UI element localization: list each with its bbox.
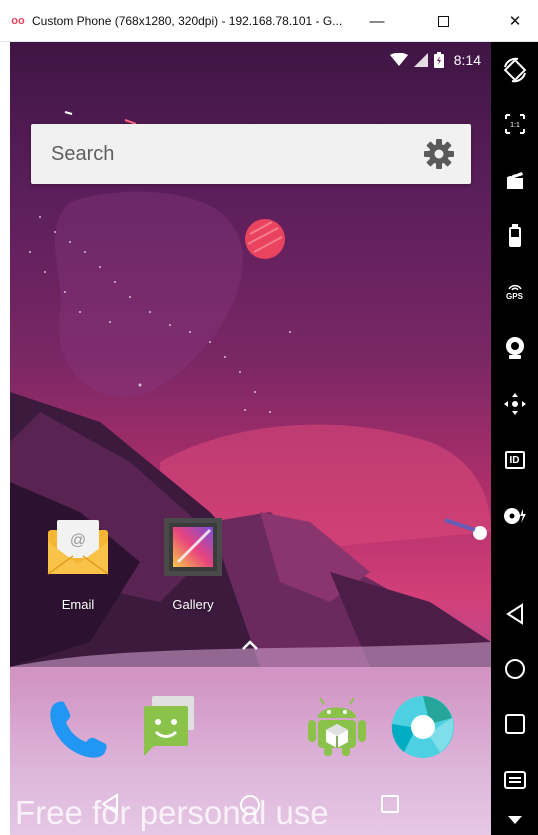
capture-button[interactable] [491,160,538,200]
toolbar-back-button[interactable] [491,594,538,634]
svg-text:@: @ [70,532,86,549]
nav-recents-icon[interactable] [380,794,400,814]
gps-icon: GPS [506,283,523,301]
clapperboard-icon [506,171,523,189]
toolbar-recents-button[interactable] [491,704,538,744]
search-bar[interactable]: Search [31,124,471,184]
watermark-text: Free for personal use [15,794,329,831]
disk-io-icon [503,508,526,524]
scale-label: 1:1 [510,122,520,129]
dpad-button[interactable] [491,384,538,424]
app-email[interactable]: @ Email [33,512,123,612]
home-icon [504,659,525,679]
status-time: 8:14 [453,52,481,68]
messaging-icon[interactable] [130,694,196,760]
minimize-icon: — [369,12,385,30]
emulator-toolbar: 1:1 GPS ID [491,42,538,835]
close-icon: ✕ [508,13,522,30]
phone-icon[interactable] [46,696,112,762]
rotate-icon [503,57,526,83]
maximize-icon [437,15,449,27]
toolbar-home-button[interactable] [491,649,538,689]
cell-signal-icon [413,53,428,67]
android-icon[interactable] [304,692,370,758]
menu-icon [503,771,526,789]
email-icon: @ [47,520,109,575]
id-icon: ID [504,451,525,469]
rotate-button[interactable] [491,50,538,90]
webcam-button[interactable] [491,328,538,368]
recents-icon [504,714,525,734]
device-id-button[interactable]: ID [491,440,538,480]
window-title: Custom Phone (768x1280, 320dpi) - 192.16… [32,13,343,28]
phone-screen[interactable]: 8:14 Search @ Email Gallery Free for per… [10,42,491,835]
wifi-icon [389,53,408,66]
webcam-icon [505,337,524,359]
dpad-icon [503,393,526,415]
app-drawer-chevron-up-icon[interactable] [240,638,260,652]
pixel-perfect-button[interactable]: 1:1 [491,104,538,144]
gear-icon [424,139,454,169]
search-placeholder: Search [51,142,115,165]
battery-button[interactable] [491,216,538,256]
camera-icon[interactable] [390,694,456,760]
gps-button[interactable]: GPS [491,272,538,312]
minimize-button[interactable]: — [354,0,400,42]
app-gallery-label: Gallery [172,597,214,612]
status-bar: 8:14 [389,48,481,72]
gps-label: GPS [506,292,523,301]
window-titlebar: oo Custom Phone (768x1280, 320dpi) - 192… [0,0,538,42]
settings-gear-button[interactable] [421,136,457,172]
genymotion-app-icon: oo [11,14,25,27]
maximize-button[interactable] [420,0,466,42]
toolbar-more-button[interactable] [491,800,538,835]
chevron-down-icon [507,816,522,824]
toolbar-menu-button[interactable] [491,760,538,800]
scale-icon: 1:1 [504,114,525,134]
gallery-icon [164,518,222,576]
app-gallery[interactable]: Gallery [148,512,238,612]
battery-toolbar-icon [508,224,521,247]
app-email-label: Email [61,597,95,612]
close-button[interactable]: ✕ [492,0,538,42]
battery-icon [433,52,444,68]
back-icon [505,603,523,625]
disk-io-button[interactable] [491,496,538,536]
